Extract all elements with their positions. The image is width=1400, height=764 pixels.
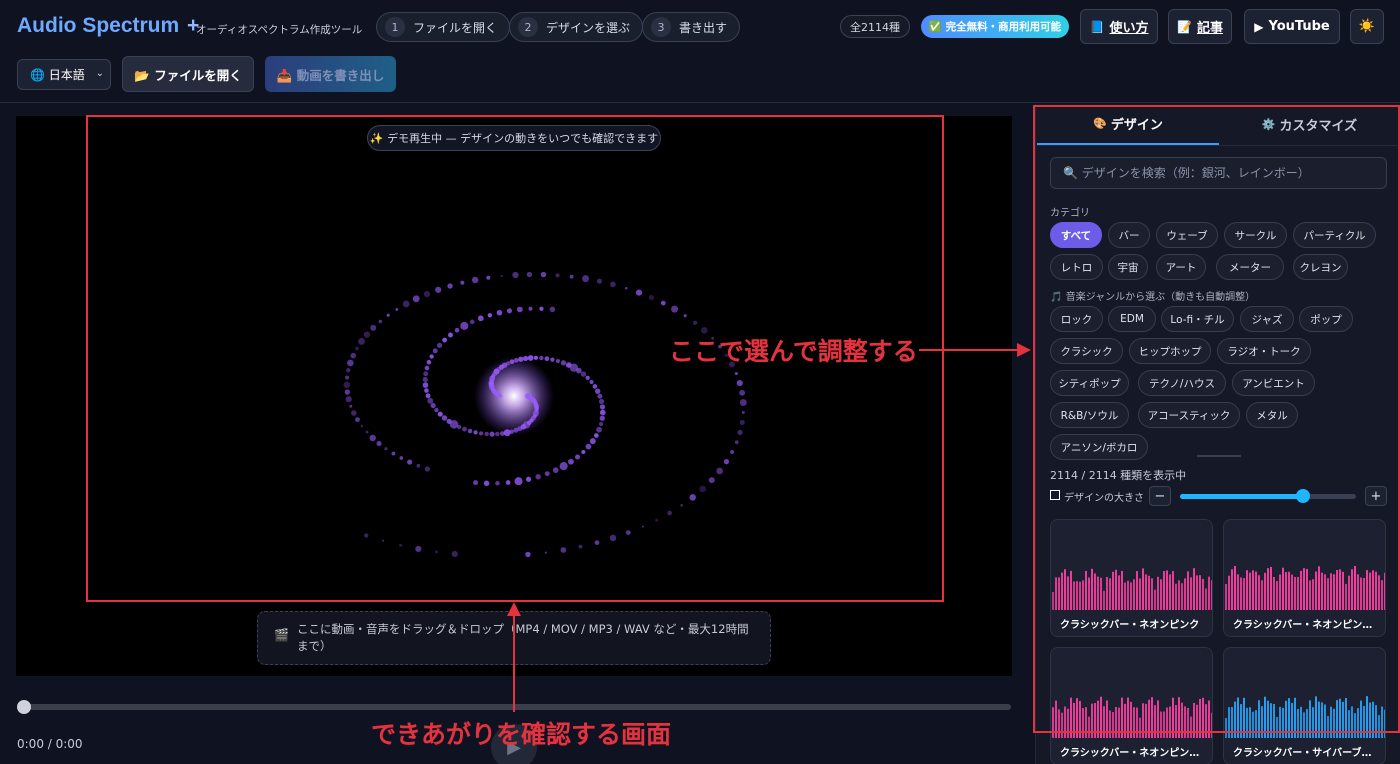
annotation-preview-caption: できあがりを確認する画面 bbox=[371, 715, 671, 751]
arrow-to-panel bbox=[919, 343, 1031, 357]
annotation-panel-caption: ここで選んで調整する bbox=[669, 332, 918, 368]
annotation-arrows bbox=[0, 0, 1400, 764]
arrow-to-preview bbox=[507, 602, 521, 712]
